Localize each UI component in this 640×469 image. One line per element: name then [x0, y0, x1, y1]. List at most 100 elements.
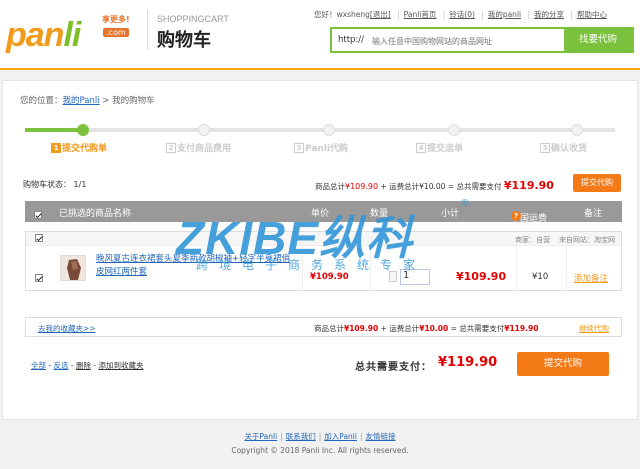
panli-logo[interactable]: panli 享更多! .com	[6, 12, 134, 56]
item-name-link[interactable]: 晚风夏古连衣裙套头夏季新款胡椒袖+轻字半身裙俏皮网红两件套	[96, 253, 292, 279]
step-label: 支付商品费用	[177, 144, 232, 154]
shipping-total-label: + 运费总计	[380, 182, 420, 191]
help-icon[interactable]: ?	[511, 211, 521, 221]
top-links: 您好！wxsheng[退出] | Panli首页 | 铃话(0) | 我的panli …	[314, 10, 607, 19]
col-qty: 数量	[370, 209, 389, 219]
item-subtotal: ¥109.90	[456, 270, 507, 283]
col-subtotal: 小计	[441, 209, 460, 219]
breadcrumb-current: 我的购物车	[112, 96, 155, 106]
item-price: ¥109.90	[310, 272, 349, 282]
store-header: 商家：自营 来自网站：淘宝网	[26, 232, 621, 246]
source-site: 淘宝网	[594, 236, 615, 244]
breadcrumb-my-panli[interactable]: 我的Panli	[63, 96, 100, 106]
page: panli 享更多! .com SHOPPINGCART 购物车 您好！wxsh…	[0, 0, 640, 469]
store-checkbox[interactable]	[35, 234, 43, 244]
greeting: 您好！	[314, 10, 337, 19]
search-prefix: http://	[338, 35, 365, 45]
col-price: 单价	[311, 209, 330, 219]
search-input[interactable]	[372, 33, 562, 49]
page-title: 购物车	[157, 30, 211, 51]
summary-goods-label: 商品总计	[314, 324, 344, 333]
step-dot-4	[448, 124, 460, 136]
add-remark-link[interactable]: 添加备注	[574, 272, 608, 284]
logo-domain: .com	[103, 28, 129, 37]
step-num: 5	[540, 143, 550, 153]
my-panli-link[interactable]: 我的panli	[488, 10, 521, 19]
footer-link-friends[interactable]: 友情链接	[366, 432, 396, 441]
cart-status-value: 1/1	[73, 180, 87, 189]
col-remark: 备注	[584, 209, 603, 219]
footer-link-contact[interactable]: 联系我们	[286, 432, 316, 441]
search-button[interactable]: 找要代购	[564, 29, 632, 51]
summary-total: ¥119.90	[504, 324, 539, 333]
grand-total-label: 总共需要支付：	[355, 362, 432, 373]
submit-order-button-top[interactable]: 提交代购	[573, 174, 621, 192]
bulk-links: 全部 - 反选 - 删除 - 添加到收藏夹	[31, 361, 144, 370]
quantity-decrease-button[interactable]	[389, 271, 397, 282]
header: panli 享更多! .com SHOPPINGCART 购物车 您好！wxsh…	[0, 0, 640, 68]
summary-shipping-label: + 运费总计	[380, 324, 420, 333]
divider	[516, 247, 517, 291]
item-thumbnail[interactable]	[60, 255, 86, 281]
continue-shopping-link[interactable]: 继续代购	[579, 323, 609, 334]
go-favorites-link[interactable]: 去我的收藏夹>>	[38, 323, 96, 334]
progress-track	[25, 128, 615, 132]
step-2: 2 支付商品费用	[166, 141, 231, 154]
progress-fill	[25, 128, 83, 132]
step-label: 提交代购单	[62, 144, 108, 154]
logo-wordmark: panli	[6, 16, 81, 54]
logout-link[interactable]: [退出]	[370, 10, 391, 19]
item-shipping: ¥10	[532, 272, 549, 282]
store-label: 商家：	[515, 236, 537, 244]
step-num: 2	[166, 143, 176, 153]
cart-status-label: 购物车状态：	[23, 180, 71, 189]
home-link[interactable]: Panli首页	[404, 10, 437, 19]
cart-panel: 您的位置：我的Panli > 我的购物车 1 提交代购单 2 支付商品费用 3 Pan…	[2, 80, 638, 420]
shipping-total: ¥10.00	[419, 182, 446, 191]
footer-link-about[interactable]: 关于Panli	[245, 432, 278, 441]
step-1: 1 提交代购单	[51, 141, 107, 154]
grand-total-top: ¥119.90	[503, 179, 554, 192]
summary-shipping: ¥10.00	[419, 324, 449, 333]
help-link[interactable]: 帮助中心	[577, 10, 607, 19]
goods-total: ¥109.90	[345, 182, 379, 191]
store-name: 自营	[536, 236, 551, 244]
step-4: 4 提交运单	[416, 141, 463, 154]
summary-total-label: = 总共需要支付	[450, 324, 505, 333]
search-box: http:// 找要代购	[330, 27, 634, 53]
step-label: 提交运单	[427, 144, 464, 154]
summary-total-line: 商品总计¥109.90 + 运费总计¥10.00 = 总共需要支付¥119.90	[314, 323, 538, 334]
quantity-stepper: 1	[389, 269, 435, 285]
step-num: 3	[294, 143, 304, 153]
invert-selection-link[interactable]: 反选	[53, 361, 68, 370]
notice-link[interactable]: 铃话(0)	[449, 10, 475, 19]
page-title-en: SHOPPINGCART	[157, 14, 229, 24]
breadcrumb-sep: >	[102, 96, 110, 106]
step-num: 4	[416, 143, 426, 153]
divider	[566, 247, 567, 291]
col-item-name: 已挑选的商品名称	[59, 209, 132, 219]
item-checkbox[interactable]	[35, 274, 43, 284]
step-num: 1	[51, 143, 61, 153]
footer-links: 关于Panli | 联系我们 | 加入Panli | 友情链接	[244, 432, 396, 441]
step-dot-1	[77, 124, 89, 136]
summary-goods: ¥109.90	[344, 324, 379, 333]
add-favorites-link[interactable]: 添加到收藏夹	[98, 361, 143, 370]
step-3: 3 Panli代购	[294, 141, 348, 154]
step-dot-5	[571, 124, 583, 136]
my-share-link[interactable]: 我的分享	[534, 10, 564, 19]
step-dot-2	[198, 124, 210, 136]
header-divider	[147, 10, 148, 50]
step-dot-3	[323, 124, 335, 136]
select-all-link[interactable]: 全部	[31, 361, 46, 370]
delete-link[interactable]: 删除	[76, 361, 91, 370]
bottom-actions: 全部 - 反选 - 删除 - 添加到收藏夹 总共需要支付： ¥119.90 提交…	[25, 343, 622, 383]
store-info: 商家：自营 来自网站：淘宝网	[515, 235, 615, 245]
footer-link-join[interactable]: 加入Panli	[324, 432, 357, 441]
copyright: Copyright © 2018 Panli Inc. All rights r…	[231, 446, 409, 455]
goods-total-label: 商品总计	[315, 182, 345, 191]
grand-total-label: = 总共需要支付	[447, 182, 502, 191]
submit-order-button[interactable]: 提交代购	[517, 352, 609, 376]
quantity-input[interactable]: 1	[400, 269, 430, 285]
cart-summary: 去我的收藏夹>> 商品总计¥109.90 + 运费总计¥10.00 = 总共需要…	[25, 317, 622, 337]
